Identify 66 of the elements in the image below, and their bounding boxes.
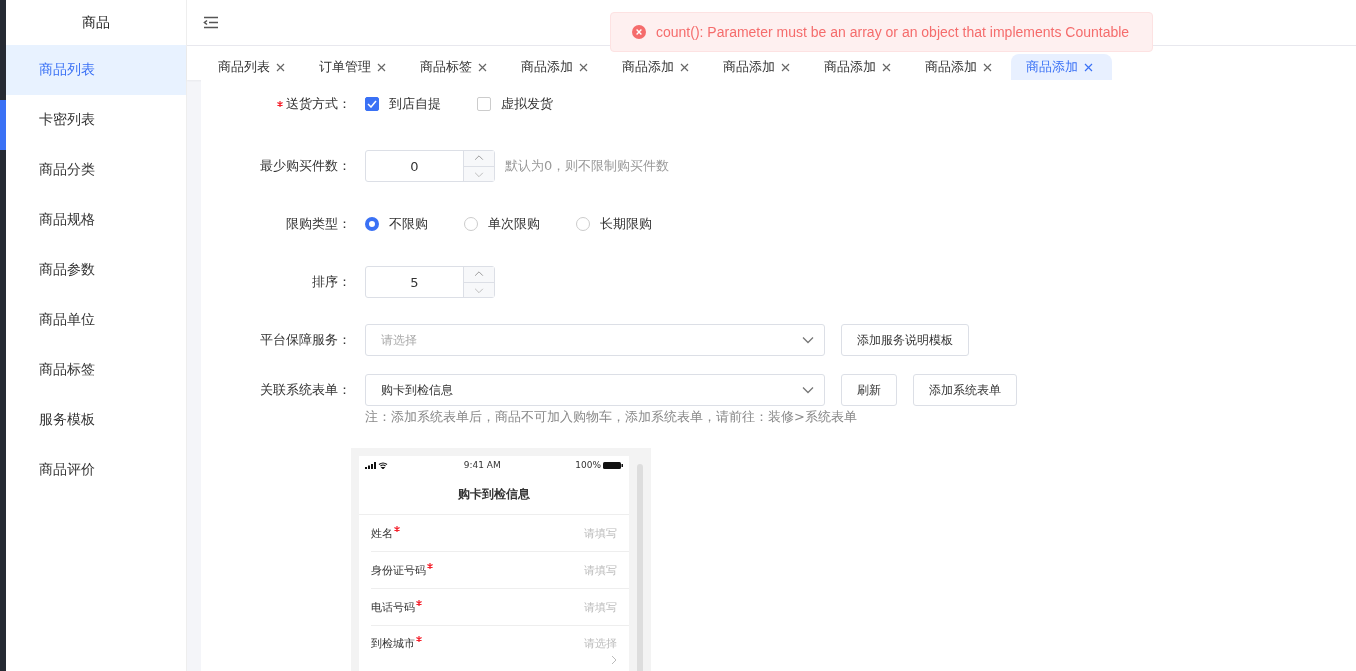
- tab[interactable]: 订单管理: [304, 54, 405, 80]
- preview-field-label: 姓名: [371, 525, 393, 541]
- close-icon[interactable]: [377, 62, 386, 72]
- close-icon[interactable]: [478, 62, 487, 72]
- radio-button[interactable]: [576, 217, 590, 231]
- radio-button[interactable]: [464, 217, 478, 231]
- sidebar-item[interactable]: 商品参数: [6, 245, 186, 295]
- sidebar-item[interactable]: 卡密列表: [6, 95, 186, 145]
- tab[interactable]: 商品添加: [506, 54, 607, 80]
- preview-field-label: 电话号码: [371, 599, 415, 615]
- error-message: count(): Parameter must be an array or an object that implements Countable: [656, 24, 1130, 40]
- tab[interactable]: 商品添加: [607, 54, 708, 80]
- field-label: 平台保障服务：: [260, 331, 351, 349]
- sidebar-item[interactable]: 商品单位: [6, 295, 186, 345]
- close-icon[interactable]: [276, 62, 285, 72]
- field-label: 限购类型：: [286, 215, 351, 233]
- action-button[interactable]: 添加系统表单: [913, 374, 1017, 406]
- close-icon[interactable]: [983, 62, 992, 72]
- signal-icon: [365, 461, 389, 469]
- sidebar-item[interactable]: 商品评价: [6, 445, 186, 495]
- checkbox-label: 到店自提: [389, 95, 441, 113]
- battery-text: 100%: [575, 460, 602, 470]
- chevron-down-icon: [802, 336, 814, 344]
- tab[interactable]: 商品列表: [203, 54, 304, 80]
- radio-button[interactable]: [365, 217, 379, 231]
- menu-icon[interactable]: [203, 16, 219, 29]
- sidebar-item[interactable]: 商品列表: [6, 45, 186, 95]
- sidebar-title: 商品: [81, 12, 111, 32]
- close-icon[interactable]: [680, 62, 689, 72]
- checkbox-label: 虚拟发货: [501, 95, 553, 113]
- action-button[interactable]: 刷新: [841, 374, 897, 406]
- field-label: 关联系统表单：: [260, 381, 351, 399]
- status-time: 9:41 AM: [463, 460, 501, 470]
- preview-field-label: 身份证号码: [371, 562, 426, 578]
- checkbox[interactable]: [477, 97, 491, 111]
- radio-label: 单次限购: [488, 215, 540, 233]
- sidebar-item[interactable]: 商品标签: [6, 345, 186, 395]
- radio-label: 长期限购: [600, 215, 652, 233]
- sidebar-item[interactable]: 商品分类: [6, 145, 186, 195]
- field-label: 最少购买件数：: [260, 157, 351, 175]
- sidebar-item[interactable]: 商品规格: [6, 195, 186, 245]
- tab[interactable]: 商品添加: [910, 54, 1011, 80]
- chevron-right-icon: [611, 655, 618, 665]
- sidebar-indicator: [0, 100, 6, 150]
- chevron-down-icon: [802, 386, 814, 394]
- field-label: 送货方式：: [286, 95, 351, 113]
- tab[interactable]: 商品添加: [809, 54, 910, 80]
- tab[interactable]: 商品标签: [405, 54, 506, 80]
- checkbox[interactable]: [365, 97, 379, 111]
- tab[interactable]: 商品添加: [1011, 54, 1112, 80]
- preview-field-label: 到检城市: [371, 636, 415, 651]
- action-button[interactable]: 添加服务说明模板: [841, 324, 969, 356]
- field-label: 排序：: [312, 273, 351, 291]
- radio-label: 不限购: [389, 215, 428, 233]
- close-icon[interactable]: [781, 62, 790, 72]
- battery-icon: [603, 461, 624, 469]
- close-icon[interactable]: [579, 62, 588, 72]
- error-icon: [632, 25, 646, 39]
- preview-title: 购卡到检信息: [359, 474, 630, 515]
- tab[interactable]: 商品添加: [708, 54, 809, 80]
- close-icon[interactable]: [882, 62, 891, 72]
- note-text: 注：添加系统表单后，商品不可加入购物车，添加系统表单，请前往：装修>系统表单: [365, 408, 858, 426]
- close-icon[interactable]: [1084, 62, 1093, 72]
- hint-text: 默认为0，则不限制购买件数: [505, 157, 670, 175]
- sidebar-item[interactable]: 服务模板: [6, 395, 186, 445]
- select-field[interactable]: 购卡到检信息: [365, 374, 825, 406]
